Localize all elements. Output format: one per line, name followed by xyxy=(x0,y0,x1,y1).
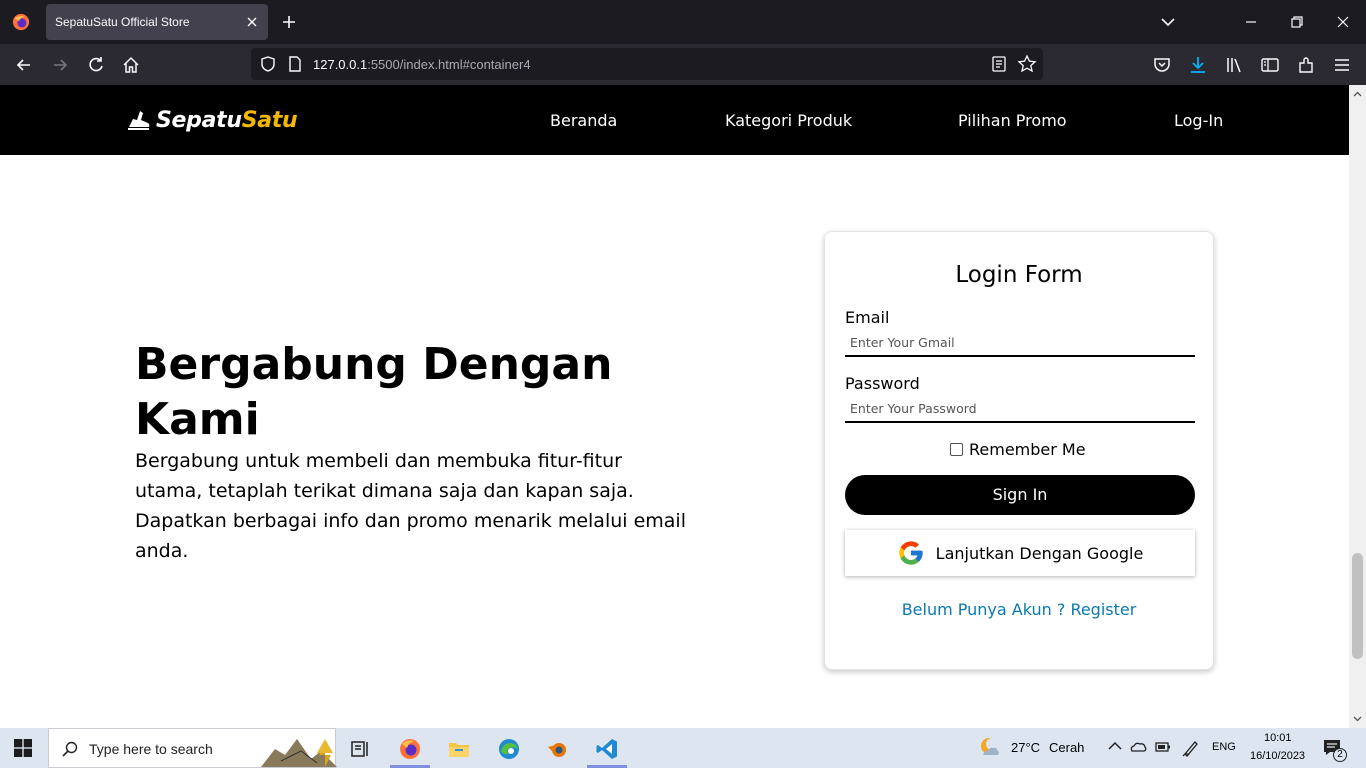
taskbar-search[interactable]: Type here to search xyxy=(48,728,337,768)
restore-icon[interactable] xyxy=(1287,12,1307,32)
vscode-icon[interactable] xyxy=(595,737,619,761)
forward-icon[interactable] xyxy=(50,55,70,75)
sidebar-icon[interactable] xyxy=(1260,55,1280,75)
pen-workspace-icon[interactable] xyxy=(1181,738,1201,758)
close-window-icon[interactable] xyxy=(1333,12,1353,32)
minimize-icon[interactable] xyxy=(1241,12,1261,32)
notification-count-badge: 2 xyxy=(1333,748,1347,762)
close-tab-icon[interactable] xyxy=(244,14,260,30)
hero-description: Bergabung untuk membeli dan membuka fitu… xyxy=(135,450,686,562)
hero-title-line-1: Bergabung Dengan xyxy=(135,339,613,390)
menu-item-log-in[interactable]: Log-In xyxy=(1174,111,1223,130)
task-view-icon[interactable] xyxy=(348,737,372,761)
scroll-up-icon[interactable] xyxy=(1352,89,1363,100)
extensions-icon[interactable] xyxy=(1296,55,1316,75)
search-highlight-illustration xyxy=(261,739,337,767)
register-link[interactable]: Belum Punya Akun ? Register xyxy=(825,600,1213,619)
login-form-card: Login Form Email Password Remember Me Si… xyxy=(824,231,1214,670)
new-tab-icon[interactable] xyxy=(280,13,298,31)
brand-name-white: Sepatu xyxy=(156,107,242,133)
search-icon xyxy=(62,741,78,757)
password-field[interactable] xyxy=(845,395,1195,423)
onedrive-sync-icon[interactable] xyxy=(1129,738,1147,756)
pocket-icon[interactable] xyxy=(1152,55,1172,75)
google-login-label: Lanjutkan Dengan Google xyxy=(935,543,1144,563)
reader-view-icon[interactable] xyxy=(990,55,1008,73)
page-scrollbar[interactable] xyxy=(1349,85,1366,728)
firefox-icon[interactable] xyxy=(12,13,30,31)
weather-icon[interactable] xyxy=(978,735,1002,759)
scroll-thumb[interactable] xyxy=(1352,553,1363,659)
taskbar: Type here to search 27°C Cerah ENG 10:01… xyxy=(0,728,1366,768)
menu-item-beranda[interactable]: Beranda xyxy=(550,111,617,130)
browser-tab-active[interactable]: SepatuSatu Official Store xyxy=(46,4,268,40)
battery-icon[interactable] xyxy=(1154,738,1172,756)
brand-logo[interactable]: SepatuSatu xyxy=(126,105,298,135)
reload-icon[interactable] xyxy=(86,55,106,75)
remember-me-label[interactable]: Remember Me xyxy=(969,440,1086,459)
page-viewport: SepatuSatu Beranda Kategori Produk Pilih… xyxy=(0,85,1349,728)
tab-title: SepatuSatu Official Store xyxy=(55,15,190,29)
menu-item-kategori-produk[interactable]: Kategori Produk xyxy=(725,111,852,130)
blender-icon[interactable] xyxy=(546,737,570,761)
url-path: :5500/index.html#container4 xyxy=(367,57,531,72)
windows-start-icon[interactable] xyxy=(14,739,32,757)
hero-title: Bergabung Dengan Kami xyxy=(135,337,695,447)
shoe-icon xyxy=(128,111,150,130)
url-host: 127.0.0.1 xyxy=(313,57,368,72)
password-label: Password xyxy=(845,374,920,393)
weather-description[interactable]: Cerah xyxy=(1049,740,1084,755)
site-header: SepatuSatu Beranda Kategori Produk Pilih… xyxy=(0,85,1349,155)
taskbar-firefox-icon[interactable] xyxy=(398,737,422,761)
language-indicator[interactable]: ENG xyxy=(1212,741,1236,753)
file-explorer-icon[interactable] xyxy=(447,737,471,761)
weather-temperature[interactable]: 27°C xyxy=(1011,740,1040,755)
page-icon[interactable] xyxy=(287,55,303,73)
hero-title-line-2: Kami xyxy=(135,394,260,445)
remember-me-checkbox[interactable] xyxy=(950,443,963,456)
brand-name: SepatuSatu xyxy=(156,107,298,133)
bookmark-star-icon[interactable] xyxy=(1017,54,1037,74)
back-icon[interactable] xyxy=(14,55,34,75)
remember-me[interactable]: Remember Me xyxy=(950,440,1086,459)
shield-icon[interactable] xyxy=(259,55,277,73)
taskbar-search-placeholder: Type here to search xyxy=(89,741,213,757)
brand-name-yellow: Satu xyxy=(241,107,298,133)
chevron-up-icon[interactable] xyxy=(1106,738,1124,756)
edge-icon[interactable] xyxy=(497,737,521,761)
email-field[interactable] xyxy=(845,329,1195,357)
url-bar[interactable]: 127.0.0.1:5500/index.html#container4 xyxy=(251,48,1043,80)
browser-nav-bar: 127.0.0.1:5500/index.html#container4 xyxy=(0,44,1366,85)
google-login-button[interactable]: Lanjutkan Dengan Google xyxy=(845,530,1195,576)
url-text[interactable]: 127.0.0.1:5500/index.html#container4 xyxy=(313,57,531,72)
menu-item-pilihan-promo[interactable]: Pilihan Promo xyxy=(958,111,1067,130)
email-label: Email xyxy=(845,308,890,327)
home-icon[interactable] xyxy=(121,55,141,75)
sign-in-button[interactable]: Sign In xyxy=(845,475,1195,515)
scroll-down-icon[interactable] xyxy=(1352,713,1363,724)
browser-tab-bar: SepatuSatu Official Store xyxy=(0,0,1366,44)
google-icon xyxy=(899,541,923,565)
library-icon[interactable] xyxy=(1224,55,1244,75)
login-form-title: Login Form xyxy=(955,262,1083,288)
list-all-tabs-icon[interactable] xyxy=(1158,12,1178,32)
menu-icon[interactable] xyxy=(1332,55,1352,75)
download-icon[interactable] xyxy=(1188,55,1208,75)
clock-date[interactable]: 16/10/2023 xyxy=(1250,750,1305,762)
clock-time[interactable]: 10:01 xyxy=(1264,732,1292,744)
